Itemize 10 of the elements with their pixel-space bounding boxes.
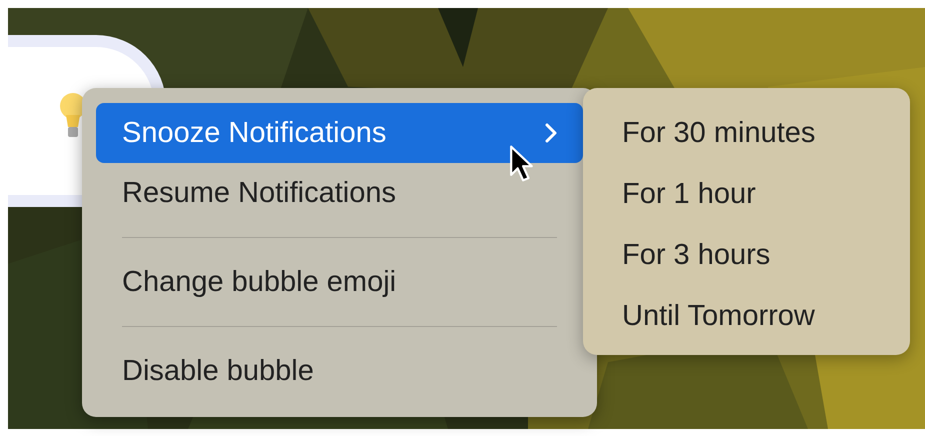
- menu-item[interactable]: Resume Notifications: [96, 163, 583, 223]
- menu-item[interactable]: Disable bubble: [96, 341, 583, 401]
- cursor-icon: [509, 144, 535, 184]
- menu-item[interactable]: For 1 hour: [622, 164, 910, 225]
- menu-item[interactable]: For 30 minutes: [622, 103, 910, 164]
- menu-item[interactable]: Change bubble emoji: [96, 252, 583, 312]
- menu-item[interactable]: Snooze Notifications: [96, 103, 583, 163]
- chevron-right-icon: [545, 123, 557, 143]
- menu-item[interactable]: Until Tomorrow: [622, 286, 910, 347]
- menu-item[interactable]: For 3 hours: [622, 225, 910, 286]
